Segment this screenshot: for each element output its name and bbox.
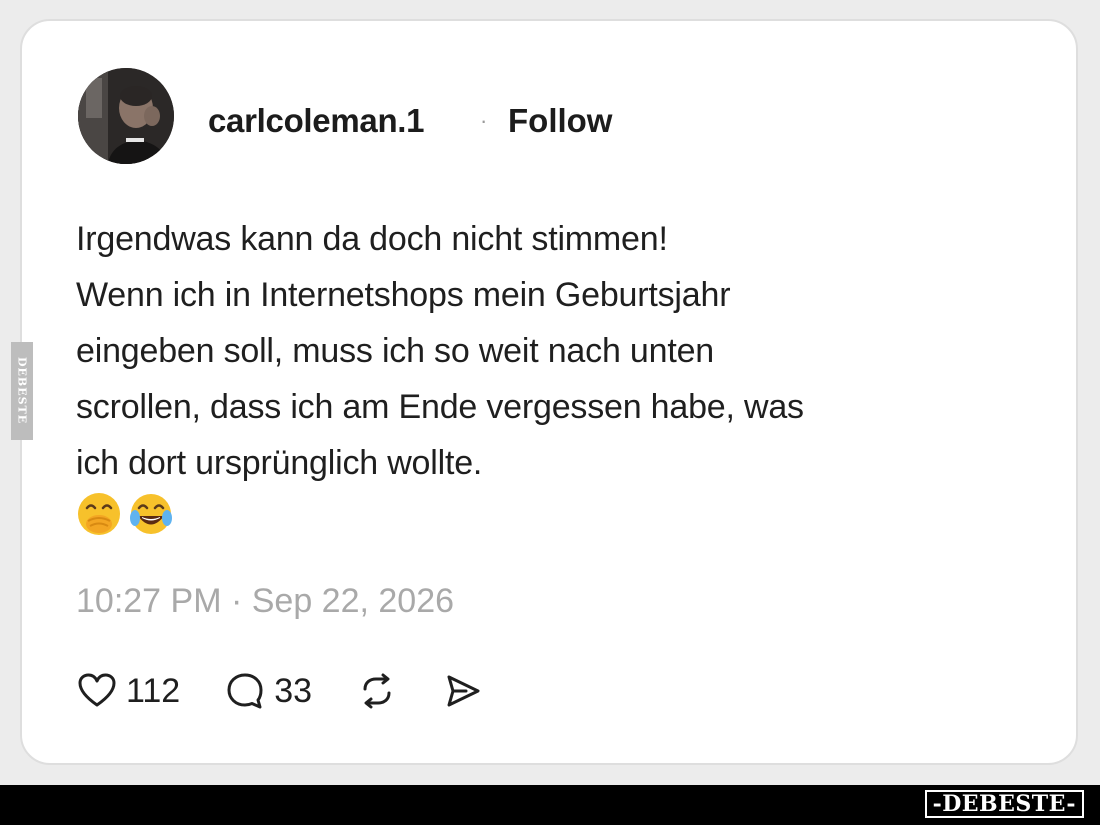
post-text-line: eingeben soll, muss ich so weit nach unt… [76, 332, 714, 370]
repost-button[interactable] [356, 670, 398, 712]
side-watermark: DEBESTE [11, 342, 33, 440]
footer-bar: -DEBESTE- [0, 785, 1100, 825]
emoji-row [76, 491, 174, 537]
like-button[interactable]: 112 [76, 670, 180, 712]
comment-button[interactable]: 33 [224, 670, 312, 712]
action-bar: 112 33 [76, 669, 528, 713]
post-text: Irgendwas kann da doch nicht stimmen! We… [76, 211, 976, 491]
post-timestamp: 10:27 PM · Sep 22, 2026 [76, 582, 455, 620]
share-button[interactable] [442, 670, 484, 712]
like-count: 112 [126, 672, 181, 710]
separator-dot: · [480, 108, 488, 133]
post-text-line: Wenn ich in Internetshops mein Geburtsja… [76, 276, 731, 314]
comment-icon [224, 670, 266, 712]
avatar-photo [78, 68, 174, 164]
post-text-line: scrollen, dass ich am Ende vergessen hab… [76, 388, 804, 426]
post-text-line: ich dort ursprünglich wollte. [76, 444, 483, 482]
repost-icon [356, 670, 398, 712]
comment-count: 33 [274, 672, 313, 710]
post-card: carlcoleman.1 · Follow Irgendwas kann da… [20, 19, 1078, 765]
username[interactable]: carlcoleman.1 [208, 101, 425, 141]
avatar[interactable] [78, 68, 174, 164]
share-icon [442, 670, 484, 712]
heart-icon [76, 670, 118, 712]
face-with-tears-of-joy-emoji [128, 491, 174, 537]
follow-button[interactable]: Follow [508, 101, 612, 141]
post-text-line: Irgendwas kann da doch nicht stimmen! [76, 220, 668, 258]
brand-logo: -DEBESTE- [924, 790, 1084, 818]
face-with-hand-over-mouth-emoji [76, 491, 122, 537]
